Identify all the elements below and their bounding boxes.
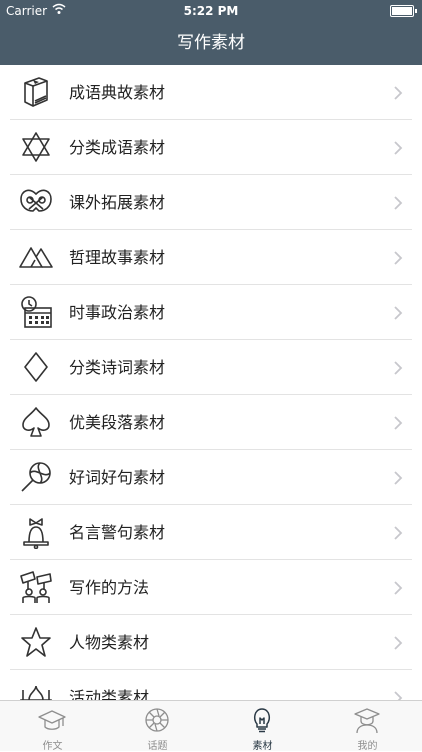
mountains-icon: [19, 247, 53, 268]
chevron-right-icon: [394, 251, 403, 265]
list-item-label: 分类成语素材: [69, 138, 166, 157]
list-item-famous-quotes[interactable]: 名言警句素材: [10, 505, 412, 560]
chevron-right-icon: [394, 86, 403, 100]
list-item-writing-methods[interactable]: 写作的方法: [10, 560, 412, 615]
list-item-poetry[interactable]: 分类诗词素材: [10, 340, 412, 395]
list-item-label: 名言警句素材: [69, 523, 166, 542]
list-item-good-words[interactable]: 好词好句素材: [10, 450, 412, 505]
chevron-right-icon: [394, 471, 403, 485]
graduate-avatar-icon: [354, 708, 380, 734]
chevron-right-icon: [394, 361, 403, 375]
chevron-right-icon: [394, 306, 403, 320]
chevron-right-icon: [394, 416, 403, 430]
list-item-label: 人物类素材: [69, 633, 150, 652]
lollipop-icon: [21, 462, 51, 492]
mosque-icon: [20, 685, 52, 700]
list-item-philosophy-stories[interactable]: 哲理故事素材: [10, 230, 412, 285]
list-item-idiom-allusions[interactable]: 成语典故素材: [10, 65, 412, 120]
chevron-right-icon: [394, 636, 403, 650]
calendar-clock-icon: [21, 296, 52, 328]
graduation-cap-icon: [38, 710, 66, 730]
battery-icon: [390, 5, 417, 17]
star-icon: [21, 627, 51, 657]
list-item-extracurricular[interactable]: 课外拓展素材: [10, 175, 412, 230]
list-item-characters[interactable]: 人物类素材: [10, 615, 412, 670]
aperture-icon: [145, 708, 169, 732]
page-title: 写作素材: [177, 33, 245, 53]
nav-bar: 写作素材: [0, 22, 422, 65]
tab-bar: 作文 话题 素材 我的: [0, 700, 422, 752]
chevron-right-icon: [394, 196, 403, 210]
spade-icon: [22, 407, 50, 437]
tab-compositions[interactable]: 作文: [0, 701, 105, 752]
chevron-right-icon: [394, 581, 403, 595]
chevron-right-icon: [394, 141, 403, 155]
material-list: 成语典故素材 分类成语素材 课外拓展素材 哲理故事素材 时事政治素材 分类诗词素…: [0, 65, 422, 700]
tab-topics[interactable]: 话题: [105, 701, 210, 752]
chevron-right-icon: [394, 691, 403, 700]
clock: 5:22 PM: [183, 4, 239, 18]
list-item-beautiful-paragraphs[interactable]: 优美段落素材: [10, 395, 412, 450]
list-item-label: 哲理故事素材: [69, 248, 166, 267]
star-of-david-icon: [22, 132, 50, 162]
list-item-activities[interactable]: 活动类素材: [10, 670, 412, 700]
list-item-label: 好词好句素材: [69, 468, 166, 487]
protest-sign-icon: [20, 571, 52, 603]
diamond-icon: [24, 352, 48, 382]
chevron-right-icon: [394, 526, 403, 540]
pretzel-icon: [20, 189, 52, 212]
status-bar: Carrier 5:22 PM: [0, 0, 422, 22]
list-item-label: 时事政治素材: [69, 303, 166, 322]
bell-icon: [23, 518, 49, 549]
list-item-label: 优美段落素材: [69, 413, 166, 432]
list-item-label: 写作的方法: [69, 578, 150, 597]
book-icon: [24, 77, 48, 107]
list-item-label: 分类诗词素材: [69, 358, 166, 377]
list-item-current-affairs[interactable]: 时事政治素材: [10, 285, 412, 340]
tab-materials[interactable]: 素材: [210, 701, 315, 752]
list-item-label: 活动类素材: [69, 688, 150, 700]
tab-mine[interactable]: 我的: [315, 701, 420, 752]
list-item-label: 课外拓展素材: [69, 193, 166, 212]
lightbulb-icon: [253, 708, 271, 733]
list-item-label: 成语典故素材: [69, 83, 166, 102]
list-item-categorized-idioms[interactable]: 分类成语素材: [10, 120, 412, 175]
